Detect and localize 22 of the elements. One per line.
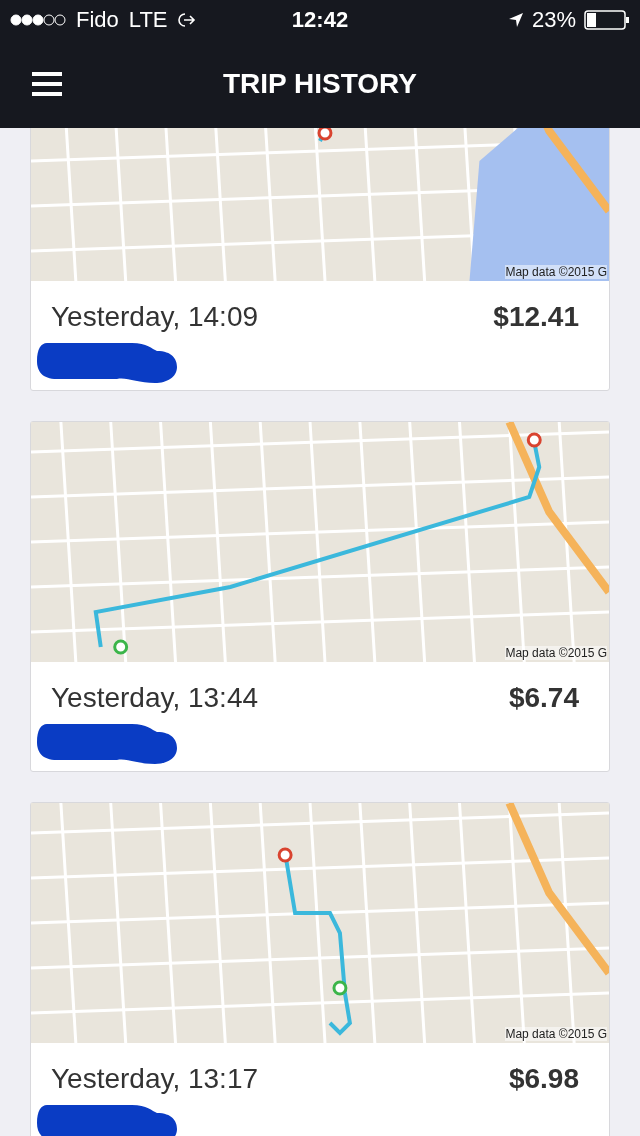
- map-attribution: Map data ©2015 G: [505, 1027, 607, 1041]
- trip-date: Yesterday, 13:44: [51, 682, 259, 714]
- trip-price: $12.41: [493, 301, 579, 333]
- trip-date: Yesterday, 13:17: [51, 1063, 259, 1095]
- call-forward-icon: [177, 12, 196, 28]
- menu-icon[interactable]: [32, 72, 62, 96]
- signal-icon: [10, 14, 66, 26]
- location-arrow-icon: [507, 12, 524, 28]
- status-time: 12:42: [291, 7, 349, 33]
- battery-percent: 23%: [531, 7, 576, 33]
- trip-date: Yesterday, 14:09: [51, 301, 259, 333]
- map-attribution: Map data ©2015 G: [505, 265, 607, 279]
- battery-icon: [584, 10, 630, 30]
- trip-card[interactable]: Map data ©2015 G Yesterday, 13:17 $6.98: [30, 802, 610, 1136]
- trip-card[interactable]: Map data ©2015 G Yesterday, 13:44 $6.74: [30, 421, 610, 772]
- network-type: LTE: [128, 7, 168, 33]
- trip-price: $6.98: [508, 1063, 579, 1095]
- screen-title: TRIP HISTORY: [223, 68, 417, 100]
- map-attribution: Map data ©2015 G: [505, 646, 607, 660]
- trip-price: $6.74: [508, 682, 579, 714]
- trip-card[interactable]: Map data ©2015 G Yesterday, 14:09 $12.41: [30, 128, 610, 391]
- carrier-name: Fido: [76, 7, 119, 33]
